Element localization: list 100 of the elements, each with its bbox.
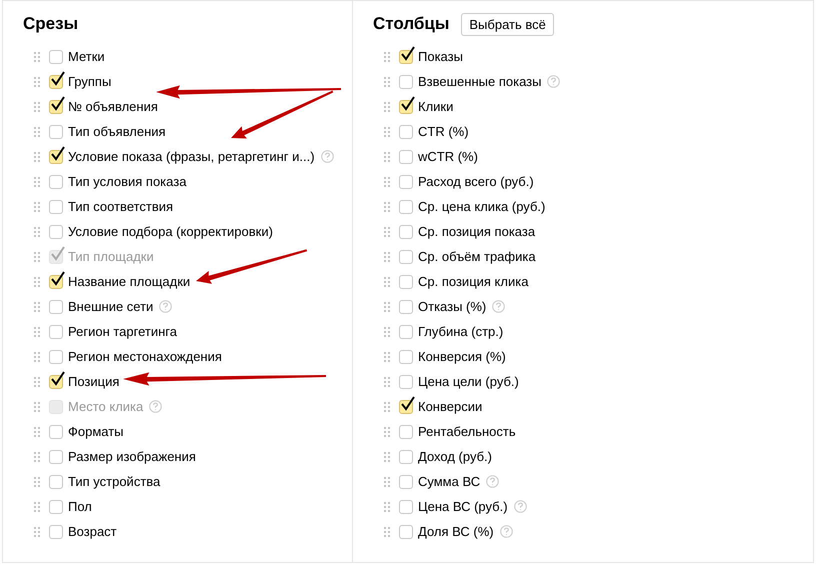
checkbox-label[interactable]: Цена цели (руб.) <box>418 374 519 389</box>
checkbox[interactable] <box>399 500 413 514</box>
checkbox-label[interactable]: Форматы <box>68 424 124 439</box>
drag-handle-icon[interactable] <box>384 502 390 512</box>
drag-handle-icon[interactable] <box>34 202 40 212</box>
drag-handle-icon[interactable] <box>384 452 390 462</box>
drag-handle-icon[interactable] <box>384 376 390 386</box>
checkbox-label[interactable]: Цена ВС (руб.) <box>418 499 508 514</box>
drag-handle-icon[interactable] <box>384 102 390 112</box>
drag-handle-icon[interactable] <box>34 226 40 236</box>
drag-handle-icon[interactable] <box>384 326 390 336</box>
checkbox-label[interactable]: Конверсии <box>418 399 482 414</box>
drag-handle-icon[interactable] <box>34 426 40 436</box>
checkbox[interactable] <box>49 424 63 438</box>
checkbox-label[interactable]: Условие подбора (корректировки) <box>68 224 273 239</box>
drag-handle-icon[interactable] <box>384 276 390 286</box>
help-icon[interactable] <box>514 500 527 513</box>
checkbox-label[interactable]: Тип устройства <box>68 474 160 489</box>
drag-handle-icon[interactable] <box>384 176 390 186</box>
checkbox-label[interactable]: Возраст <box>68 524 117 539</box>
drag-handle-icon[interactable] <box>384 152 390 162</box>
drag-handle-icon[interactable] <box>34 376 40 386</box>
checkbox[interactable] <box>49 474 63 488</box>
checkbox-label[interactable]: Ср. цена клика (руб.) <box>418 199 546 214</box>
checkbox[interactable] <box>399 374 413 388</box>
checkbox-label[interactable]: Тип соответствия <box>68 199 174 214</box>
checkbox-label[interactable]: Конверсия (%) <box>418 349 506 364</box>
checkbox[interactable] <box>399 200 413 214</box>
checkbox[interactable] <box>49 374 63 388</box>
checkbox[interactable] <box>49 200 63 214</box>
checkbox[interactable] <box>49 50 63 64</box>
drag-handle-icon[interactable] <box>34 276 40 286</box>
checkbox-label[interactable]: Взвешенные показы <box>418 74 542 89</box>
drag-handle-icon[interactable] <box>34 102 40 112</box>
checkbox-label[interactable]: Название площадки <box>68 274 190 289</box>
checkbox[interactable] <box>399 524 413 538</box>
checkbox-label[interactable]: Метки <box>68 49 105 64</box>
checkbox[interactable] <box>49 224 63 238</box>
checkbox[interactable] <box>399 124 413 138</box>
checkbox-label[interactable]: Тип условия показа <box>68 174 186 189</box>
checkbox[interactable] <box>399 424 413 438</box>
checkbox[interactable] <box>49 124 63 138</box>
checkbox[interactable] <box>399 50 413 64</box>
checkbox[interactable] <box>399 74 413 88</box>
checkbox-label[interactable]: Доля ВС (%) <box>418 524 494 539</box>
help-icon[interactable] <box>159 300 172 313</box>
checkbox-label[interactable]: wCTR (%) <box>418 149 478 164</box>
checkbox[interactable] <box>399 400 413 414</box>
checkbox-label[interactable]: Размер изображения <box>68 449 196 464</box>
checkbox[interactable] <box>49 524 63 538</box>
drag-handle-icon[interactable] <box>34 502 40 512</box>
checkbox-label[interactable]: Глубина (стр.) <box>418 324 504 339</box>
help-icon[interactable] <box>500 525 513 538</box>
checkbox-label[interactable]: Отказы (%) <box>418 299 486 314</box>
checkbox[interactable] <box>49 150 63 164</box>
checkbox-label[interactable]: CTR (%) <box>418 124 469 139</box>
help-icon[interactable] <box>486 475 500 488</box>
checkbox[interactable] <box>399 324 413 338</box>
select-all-button[interactable]: Выбрать всё <box>461 12 554 36</box>
checkbox[interactable] <box>49 274 63 288</box>
drag-handle-icon[interactable] <box>34 302 40 312</box>
checkbox[interactable] <box>49 350 63 364</box>
checkbox-label[interactable]: Условие показа (фразы, ретаргетинг и...) <box>68 149 315 164</box>
drag-handle-icon[interactable] <box>384 402 390 412</box>
checkbox-label[interactable]: Сумма ВС <box>418 474 480 489</box>
checkbox-label[interactable]: Показы <box>418 49 463 64</box>
checkbox-label[interactable]: Ср. позиция показа <box>418 224 536 239</box>
drag-handle-icon[interactable] <box>34 152 40 162</box>
checkbox-label[interactable]: Регион местонахождения <box>68 349 222 364</box>
checkbox[interactable] <box>399 300 413 314</box>
checkbox[interactable] <box>399 100 413 114</box>
checkbox-label[interactable]: Группы <box>68 74 112 89</box>
checkbox[interactable] <box>399 224 413 238</box>
checkbox[interactable] <box>399 174 413 188</box>
checkbox-label[interactable]: Тип объявления <box>68 124 166 139</box>
checkbox-label[interactable]: Ср. объём трафика <box>418 249 536 264</box>
checkbox[interactable] <box>399 274 413 288</box>
checkbox[interactable] <box>49 450 63 464</box>
drag-handle-icon[interactable] <box>384 126 390 136</box>
drag-handle-icon[interactable] <box>34 452 40 462</box>
checkbox[interactable] <box>49 500 63 514</box>
checkbox-label[interactable]: Регион таргетинга <box>68 324 177 339</box>
drag-handle-icon[interactable] <box>384 426 390 436</box>
drag-handle-icon[interactable] <box>34 352 40 362</box>
drag-handle-icon[interactable] <box>384 52 390 62</box>
checkbox-label[interactable]: Внешние сети <box>68 299 154 314</box>
checkbox[interactable] <box>49 100 63 114</box>
drag-handle-icon[interactable] <box>384 226 390 236</box>
drag-handle-icon[interactable] <box>34 526 40 536</box>
help-icon[interactable] <box>320 150 334 163</box>
drag-handle-icon[interactable] <box>384 76 390 86</box>
checkbox[interactable] <box>49 300 63 314</box>
drag-handle-icon[interactable] <box>34 126 40 136</box>
help-icon[interactable] <box>492 300 506 313</box>
checkbox[interactable] <box>399 450 413 464</box>
checkbox[interactable] <box>49 74 63 88</box>
checkbox[interactable] <box>399 250 413 264</box>
drag-handle-icon[interactable] <box>34 76 40 86</box>
drag-handle-icon[interactable] <box>384 526 390 536</box>
checkbox-label[interactable]: Доход (руб.) <box>418 449 492 464</box>
